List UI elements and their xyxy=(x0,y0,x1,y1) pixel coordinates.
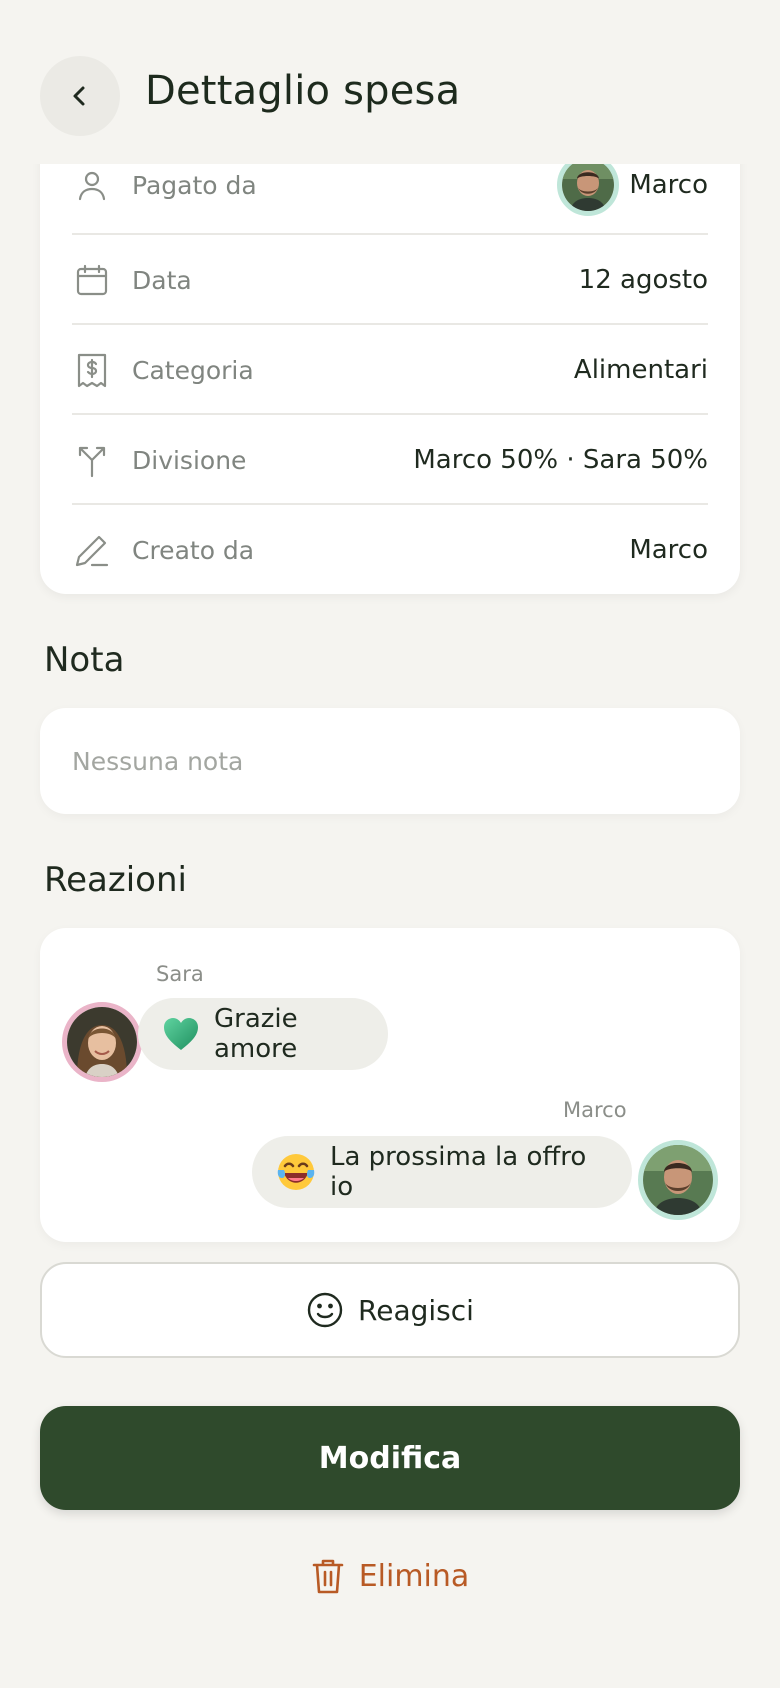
reaction-sender: Sara xyxy=(156,962,204,986)
detail-label: Divisione xyxy=(132,445,247,475)
smiley-icon xyxy=(306,1291,344,1329)
react-button[interactable]: Reagisci xyxy=(40,1262,740,1358)
calendar-icon xyxy=(72,260,112,300)
receipt-icon xyxy=(72,350,112,390)
note-card: Nessuna nota xyxy=(40,708,740,814)
split-icon xyxy=(72,440,112,480)
react-button-label: Reagisci xyxy=(358,1293,474,1327)
detail-row-created-by: Creato da Marco xyxy=(72,505,708,595)
laughing-tears-icon xyxy=(276,1152,316,1192)
detail-value-created-by: Marco xyxy=(629,535,708,565)
sara-avatar xyxy=(62,1002,142,1082)
reaction-sender: Marco xyxy=(563,1098,627,1122)
expense-details-card: Pagato da Marco Data 12 agosto Categoria… xyxy=(40,100,740,594)
note-section-title: Nota xyxy=(44,640,125,680)
detail-label: Data xyxy=(132,265,192,295)
payer-name: Marco xyxy=(629,170,708,200)
reactions-card: Sara Grazie amore Marco La prossima la o… xyxy=(40,928,740,1242)
delete-button[interactable]: Elimina xyxy=(0,1550,780,1602)
detail-value-date: 12 agosto xyxy=(578,265,708,295)
pencil-icon xyxy=(72,530,112,570)
user-icon xyxy=(72,165,112,205)
delete-button-label: Elimina xyxy=(358,1558,470,1594)
edit-button[interactable]: Modifica xyxy=(40,1406,740,1510)
reaction-bubble: Grazie amore xyxy=(138,998,388,1070)
chevron-left-icon xyxy=(73,86,85,106)
back-button[interactable] xyxy=(40,56,120,136)
detail-row-category: Categoria Alimentari xyxy=(72,325,708,415)
app-header: Dettaglio spesa xyxy=(0,0,780,164)
detail-label: Creato da xyxy=(132,535,255,565)
detail-label: Pagato da xyxy=(132,170,257,200)
detail-value-split: Marco 50% · Sara 50% xyxy=(413,445,708,475)
detail-value-category: Alimentari xyxy=(573,355,708,385)
detail-row-date: Data 12 agosto xyxy=(72,235,708,325)
reactions-section-title: Reazioni xyxy=(44,860,187,900)
detail-label: Categoria xyxy=(132,355,254,385)
detail-row-split: Divisione Marco 50% · Sara 50% xyxy=(72,415,708,505)
reaction-bubble: La prossima la offro io xyxy=(252,1136,632,1208)
trash-icon xyxy=(311,1557,345,1595)
reaction-text: Grazie amore xyxy=(214,1004,298,1064)
reaction-text: La prossima la offro io xyxy=(330,1142,587,1202)
note-text: Nessuna nota xyxy=(72,746,244,776)
page-title: Dettaglio spesa xyxy=(145,68,461,114)
marco-avatar xyxy=(638,1140,718,1220)
green-heart-icon xyxy=(162,1016,200,1052)
